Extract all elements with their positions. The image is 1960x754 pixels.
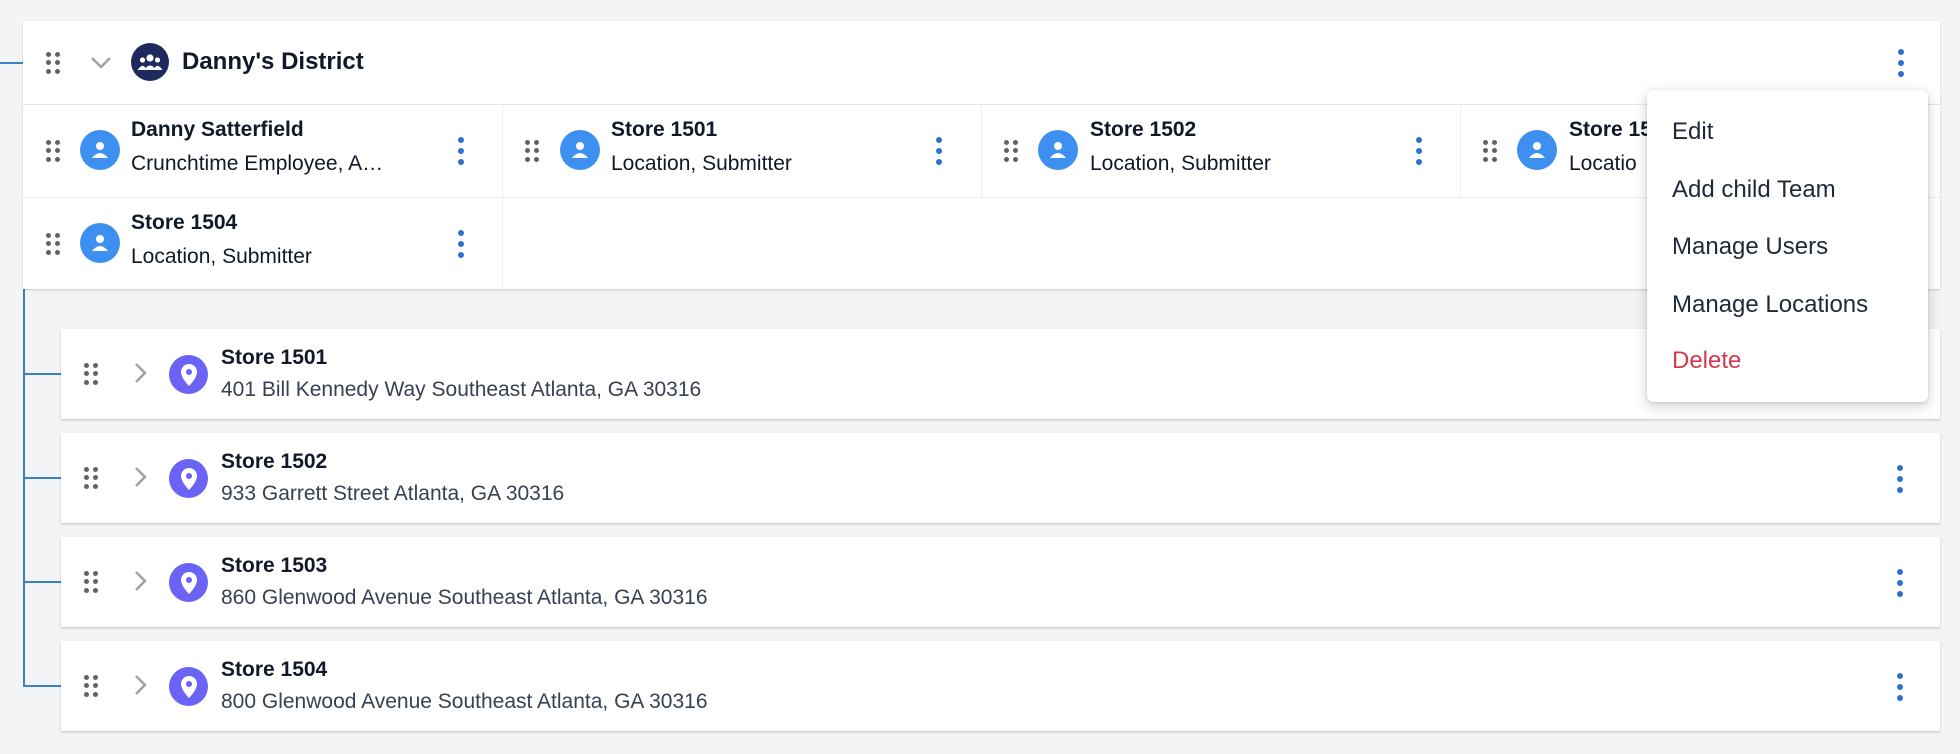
chevron-right-icon[interactable] xyxy=(130,568,150,594)
drag-handle-icon[interactable] xyxy=(525,140,539,162)
member-more-options-icon[interactable] xyxy=(934,137,944,165)
drag-handle-icon[interactable] xyxy=(1004,140,1018,162)
person-icon xyxy=(560,130,600,170)
member-item[interactable]: Store 1504 Location, Submitter xyxy=(23,197,503,290)
menu-item-manage-users[interactable]: Manage Users xyxy=(1672,233,1828,261)
person-icon xyxy=(80,223,120,263)
drag-handle-icon[interactable] xyxy=(84,675,98,697)
member-item[interactable]: Store 1502 Location, Submitter xyxy=(981,105,1461,197)
location-name: Store 1502 xyxy=(221,450,328,473)
team-more-options-icon[interactable] xyxy=(1896,49,1906,77)
person-icon xyxy=(1038,130,1078,170)
location-pin-icon xyxy=(169,459,208,498)
tree-connector xyxy=(23,477,61,479)
context-menu: Edit Add child Team Manage Users Manage … xyxy=(1647,90,1928,402)
location-name: Store 1504 xyxy=(221,658,328,681)
member-name: Store 1501 xyxy=(611,118,718,141)
chevron-right-icon[interactable] xyxy=(130,360,150,386)
drag-handle-icon[interactable] xyxy=(46,140,60,162)
location-address: 800 Glenwood Avenue Southeast Atlanta, G… xyxy=(221,690,708,713)
drag-handle-icon[interactable] xyxy=(84,363,98,385)
location-name: Store 1503 xyxy=(221,554,328,577)
menu-item-delete[interactable]: Delete xyxy=(1672,347,1741,375)
location-address: 860 Glenwood Avenue Southeast Atlanta, G… xyxy=(221,586,708,609)
team-icon xyxy=(131,43,169,81)
member-name: Danny Satterfield xyxy=(131,118,304,141)
member-role: Location, Submitter xyxy=(131,245,312,268)
member-role: Crunchtime Employee, A… xyxy=(131,152,384,175)
tree-connector xyxy=(23,289,25,687)
menu-item-edit[interactable]: Edit xyxy=(1672,118,1713,146)
chevron-right-icon[interactable] xyxy=(130,672,150,698)
member-more-options-icon[interactable] xyxy=(456,137,466,165)
location-card[interactable]: Store 1504 800 Glenwood Avenue Southeast… xyxy=(61,641,1940,731)
person-icon xyxy=(1517,130,1557,170)
member-item[interactable]: Store 1501 Location, Submitter xyxy=(502,105,982,197)
tree-connector xyxy=(23,685,61,687)
drag-handle-icon[interactable] xyxy=(46,233,60,255)
drag-handle-icon[interactable] xyxy=(84,571,98,593)
member-more-options-icon[interactable] xyxy=(456,230,466,258)
drag-handle-icon[interactable] xyxy=(46,52,60,74)
location-name: Store 1501 xyxy=(221,346,328,369)
chevron-down-icon[interactable] xyxy=(88,52,114,72)
member-role: Location, Submitter xyxy=(1090,152,1271,175)
location-card[interactable]: Store 1503 860 Glenwood Avenue Southeast… xyxy=(61,537,1940,627)
location-more-options-icon[interactable] xyxy=(1895,673,1905,701)
drag-handle-icon[interactable] xyxy=(84,467,98,489)
location-pin-icon xyxy=(169,355,208,394)
member-more-options-icon[interactable] xyxy=(1414,137,1424,165)
tree-connector xyxy=(0,62,23,64)
location-address: 401 Bill Kennedy Way Southeast Atlanta, … xyxy=(221,378,702,401)
menu-item-manage-locations[interactable]: Manage Locations xyxy=(1672,291,1868,319)
location-card[interactable]: Store 1502 933 Garrett Street Atlanta, G… xyxy=(61,433,1940,523)
location-pin-icon xyxy=(169,667,208,706)
chevron-right-icon[interactable] xyxy=(130,464,150,490)
member-name: Store 1502 xyxy=(1090,118,1197,141)
location-pin-icon xyxy=(169,563,208,602)
member-role: Location, Submitter xyxy=(611,152,792,175)
drag-handle-icon[interactable] xyxy=(1483,140,1497,162)
tree-connector xyxy=(23,373,61,375)
member-item[interactable]: Danny Satterfield Crunchtime Employee, A… xyxy=(23,105,503,197)
tree-connector xyxy=(23,581,61,583)
location-address: 933 Garrett Street Atlanta, GA 30316 xyxy=(221,482,565,505)
team-title: Danny's District xyxy=(182,48,364,75)
member-name: Store 1504 xyxy=(131,211,238,234)
member-name: Store 15 xyxy=(1569,118,1652,141)
menu-item-add-child-team[interactable]: Add child Team xyxy=(1672,176,1836,204)
location-more-options-icon[interactable] xyxy=(1895,465,1905,493)
person-icon xyxy=(80,130,120,170)
location-more-options-icon[interactable] xyxy=(1895,569,1905,597)
